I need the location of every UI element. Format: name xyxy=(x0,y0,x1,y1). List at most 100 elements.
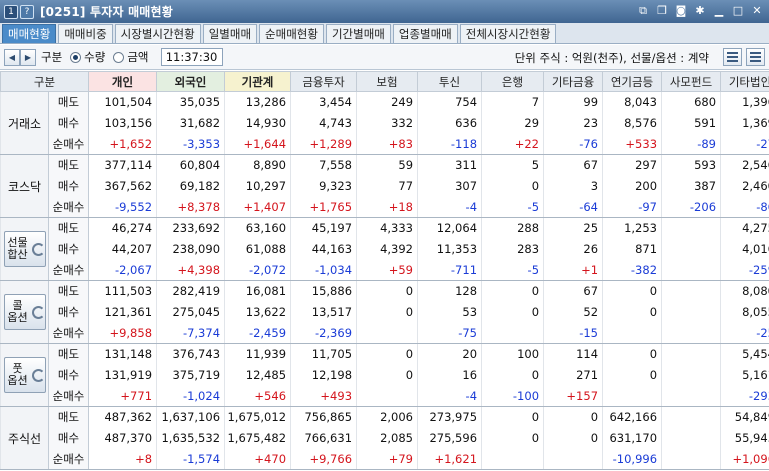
app-icon: 1 xyxy=(4,4,18,19)
value-cell: 754 xyxy=(417,91,483,113)
value-cell: +533 xyxy=(602,133,663,155)
value-cell xyxy=(661,427,722,449)
value-cell: -2,067 xyxy=(88,259,158,281)
value-cell: -4 xyxy=(417,385,483,407)
value-cell: 297 xyxy=(602,154,663,176)
link-icon[interactable]: ⧉ xyxy=(635,3,651,19)
group-cell-2[interactable]: 선물 합산 xyxy=(0,217,49,281)
header-cell-4[interactable]: 금융투자 xyxy=(290,71,358,92)
group-cell-3[interactable]: 콜 옵션 xyxy=(0,280,49,344)
tab-3[interactable]: 일별매매 xyxy=(202,24,258,43)
value-cell: -1,574 xyxy=(156,448,226,470)
table-body: 거래소 매도 101,504 35,035 13,286 3,454 249 754 7 99 8,… xyxy=(0,91,769,470)
maximize-icon[interactable]: □ xyxy=(730,3,746,19)
row-label: 순매수 xyxy=(47,448,90,470)
value-cell: 5,161 xyxy=(720,364,769,386)
table-row: 순매수 +1,652 -3,353 +1,644 +1,289 +83 -118 +22 -76… xyxy=(1,133,769,155)
value-cell: 631,170 xyxy=(602,427,663,449)
value-cell: 10,297 xyxy=(224,175,292,197)
copy-icon[interactable]: ❐ xyxy=(654,3,670,19)
row-label: 매도 xyxy=(47,343,90,365)
tab-2[interactable]: 시장별시간현황 xyxy=(114,24,201,43)
value-cell xyxy=(602,385,663,407)
value-cell: -5 xyxy=(481,259,545,281)
value-cell: +1,621 xyxy=(417,448,483,470)
value-cell: +1,644 xyxy=(224,133,292,155)
radio-quantity[interactable]: 수량 xyxy=(70,49,105,65)
value-cell: 67 xyxy=(543,280,604,302)
close-icon[interactable]: ✕ xyxy=(749,3,765,19)
header-cell-3[interactable]: 기관계 xyxy=(224,71,292,92)
value-cell: 26 xyxy=(543,238,604,260)
tab-6[interactable]: 업종별매매 xyxy=(392,24,458,43)
value-cell: -2,072 xyxy=(224,259,292,281)
row-label: 매수 xyxy=(47,427,90,449)
value-cell: 871 xyxy=(602,238,663,260)
help-icon[interactable]: ? xyxy=(20,4,34,19)
header-cell-0[interactable]: 구분 xyxy=(0,71,90,92)
value-cell: 8,890 xyxy=(224,154,292,176)
value-cell xyxy=(481,448,545,470)
value-cell: 5,454 xyxy=(720,343,769,365)
value-cell: +546 xyxy=(224,385,292,407)
value-cell xyxy=(661,364,722,386)
gear-icon[interactable]: ✱ xyxy=(692,3,708,19)
value-cell xyxy=(481,322,545,344)
radio-quantity-dot[interactable] xyxy=(70,51,82,63)
value-cell: 642,166 xyxy=(602,406,663,428)
value-cell: 282,419 xyxy=(156,280,226,302)
tab-5[interactable]: 기간별매매 xyxy=(325,24,391,43)
camera-icon[interactable]: ◙ xyxy=(673,3,689,19)
value-cell: 16,081 xyxy=(224,280,292,302)
header-cell-11[interactable]: 기타법인 xyxy=(720,71,769,92)
value-cell: 8,055 xyxy=(720,301,769,323)
header-cell-5[interactable]: 보험 xyxy=(356,71,419,92)
settings-view-button[interactable] xyxy=(746,48,765,66)
value-cell: 0 xyxy=(543,427,604,449)
value-cell: 756,865 xyxy=(290,406,358,428)
value-cell xyxy=(356,322,419,344)
header-cell-9[interactable]: 연기금등 xyxy=(602,71,663,92)
header-cell-1[interactable]: 개인 xyxy=(88,71,158,92)
header-cell-2[interactable]: 외국인 xyxy=(156,71,226,92)
tab-7[interactable]: 전체시장시간현황 xyxy=(459,24,557,43)
value-cell: +1,407 xyxy=(224,196,292,218)
group-cell-4[interactable]: 풋 옵션 xyxy=(0,343,49,407)
table-row: 순매수 -2,067 +4,398 -2,072 -1,034 +59 -711 -5 +1 -3… xyxy=(1,259,769,281)
value-cell: 0 xyxy=(356,301,419,323)
row-label: 매수 xyxy=(47,175,90,197)
value-cell: 77 xyxy=(356,175,419,197)
radio-amount-dot[interactable] xyxy=(113,51,125,63)
value-cell: 1,637,106 xyxy=(156,406,226,428)
header-cell-8[interactable]: 기타금융 xyxy=(543,71,604,92)
tab-1[interactable]: 매매비중 xyxy=(58,24,113,43)
value-cell: 11,939 xyxy=(224,343,292,365)
toolbar: ◀ ▶ 구분 수량 금액 11:37:30 단위 주식 : 억원(천주), 선물… xyxy=(0,45,769,70)
list-view-button[interactable] xyxy=(723,48,742,66)
value-cell: -711 xyxy=(417,259,483,281)
prev-arrow-icon[interactable]: ◀ xyxy=(4,48,20,66)
header-cell-10[interactable]: 사모펀드 xyxy=(661,71,722,92)
next-arrow-icon[interactable]: ▶ xyxy=(20,48,36,66)
group-refresh-button[interactable]: 선물 합산 xyxy=(3,231,46,267)
tab-0[interactable]: 매매현황 xyxy=(2,24,57,43)
screen-code: [0251] xyxy=(40,5,86,19)
tab-4[interactable]: 순매매현황 xyxy=(259,24,324,43)
group-refresh-button[interactable]: 콜 옵션 xyxy=(3,294,46,330)
value-cell xyxy=(661,259,722,281)
value-cell: 0 xyxy=(356,343,419,365)
value-cell: 0 xyxy=(356,280,419,302)
group-refresh-button[interactable]: 풋 옵션 xyxy=(3,357,46,393)
value-cell: 7,558 xyxy=(290,154,358,176)
header-cell-6[interactable]: 투신 xyxy=(417,71,483,92)
radio-amount-label: 금액 xyxy=(127,50,149,64)
radio-amount[interactable]: 금액 xyxy=(113,49,149,65)
table-row: 매수 44,207 238,090 61,088 44,163 4,392 11,353 28… xyxy=(1,238,769,260)
value-cell: -27 xyxy=(720,133,769,155)
header-cell-7[interactable]: 은행 xyxy=(481,71,545,92)
minimize-icon[interactable]: ▁ xyxy=(711,3,727,19)
window-title: [0251] 투자자 매매현황 xyxy=(40,3,173,20)
time-field[interactable]: 11:37:30 xyxy=(160,48,223,66)
value-cell: -206 xyxy=(661,196,722,218)
value-cell xyxy=(661,448,722,470)
